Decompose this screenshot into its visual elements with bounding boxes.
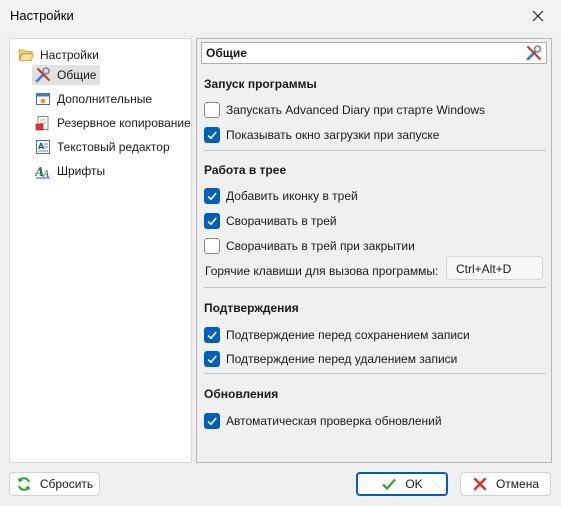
checkbox-box[interactable] (204, 327, 220, 343)
checkmark-icon (207, 355, 217, 364)
section-title-tray: Работа в трее (204, 163, 287, 177)
checkbox-box[interactable] (204, 188, 220, 204)
checkbox-label: Автоматическая проверка обновлений (226, 414, 442, 428)
tree-item-backup[interactable]: Резервное копирование (32, 113, 195, 133)
reset-button-label: Сбросить (39, 477, 94, 491)
tree-item-fonts[interactable]: A A Шрифты (32, 161, 109, 181)
checkbox-label: Сворачивать в трей при закрытии (226, 239, 415, 253)
checkbox-label: Подтверждение перед удалением записи (226, 352, 458, 366)
hotkey-input[interactable]: Ctrl+Alt+D (446, 256, 543, 280)
panel-header: Общие (201, 42, 547, 64)
panel-header-title: Общие (206, 46, 247, 60)
checkbox-minimize-on-close[interactable]: Сворачивать в трей при закрытии (204, 237, 415, 255)
hotkey-label: Горячие клавиши для вызова программы: (205, 264, 439, 278)
tree-item-label: Дополнительные (57, 92, 152, 106)
separator (203, 150, 546, 151)
close-icon (532, 10, 544, 22)
checkmark-icon (381, 476, 397, 492)
checkbox-confirm-save[interactable]: Подтверждение перед сохранением записи (204, 326, 470, 344)
checkbox-label: Подтверждение перед сохранением записи (226, 328, 470, 342)
separator (203, 373, 546, 374)
checkbox-label: Добавить иконку в трей (226, 189, 358, 203)
text-editor-icon: A (35, 139, 51, 155)
tree-item-advanced[interactable]: Дополнительные (32, 89, 156, 109)
checkbox-label: Показывать окно загрузки при запуске (226, 128, 440, 142)
tools-icon (526, 45, 542, 61)
reset-button[interactable]: Сбросить (9, 472, 100, 496)
tree-root-label: Настройки (40, 48, 99, 62)
checkbox-box[interactable] (204, 102, 220, 118)
tree-item-label: Шрифты (57, 164, 106, 178)
tree-root-settings[interactable]: Настройки (18, 45, 99, 65)
checkbox-minimize-to-tray[interactable]: Сворачивать в трей (204, 212, 337, 230)
separator (203, 287, 546, 288)
section-title-updates: Обновления (204, 387, 279, 401)
tree-item-label: Резервное копирование (57, 116, 191, 130)
font-icon: A A (35, 163, 51, 179)
backup-icon (35, 115, 51, 131)
checkmark-icon (207, 217, 217, 226)
tree-item-label: Текстовый редактор (57, 140, 170, 154)
checkbox-label: Сворачивать в трей (226, 214, 337, 228)
checkbox-run-at-startup[interactable]: Запускать Advanced Diary при старте Wind… (204, 101, 485, 119)
tools-icon (35, 67, 51, 83)
title-bar: Настройки (0, 0, 561, 32)
checkmark-icon (207, 131, 217, 140)
checkbox-box[interactable] (204, 213, 220, 229)
checkbox-label: Запускать Advanced Diary при старте Wind… (226, 103, 486, 117)
window-icon (35, 91, 51, 107)
checkbox-confirm-delete[interactable]: Подтверждение перед удалением записи (204, 350, 457, 368)
checkmark-icon (207, 331, 217, 340)
checkmark-icon (207, 192, 217, 201)
folder-open-icon (18, 47, 34, 63)
checkmark-icon (207, 417, 217, 426)
cancel-button-label: Отмена (495, 477, 540, 491)
ok-button[interactable]: OK (356, 472, 448, 496)
refresh-icon (16, 476, 32, 492)
general-settings-panel: Общие Запуск программы Запускать Advance… (196, 38, 552, 463)
section-title-confirmations: Подтверждения (204, 301, 299, 315)
settings-tree: Настройки Общие Дополнительные Резервное… (9, 38, 192, 463)
cancel-x-icon (472, 476, 488, 492)
checkbox-add-tray-icon[interactable]: Добавить иконку в трей (204, 187, 358, 205)
cancel-button[interactable]: Отмена (460, 472, 551, 496)
svg-text:A: A (38, 142, 45, 151)
tree-item-text-editor[interactable]: A Текстовый редактор (32, 137, 174, 157)
checkbox-auto-update[interactable]: Автоматическая проверка обновлений (204, 412, 442, 430)
section-title-startup: Запуск программы (204, 77, 317, 91)
checkbox-box[interactable] (204, 351, 220, 367)
ok-button-label: OK (405, 477, 423, 491)
checkbox-show-splash[interactable]: Показывать окно загрузки при запуске (204, 126, 439, 144)
window-title: Настройки (10, 8, 74, 23)
tree-item-general[interactable]: Общие (32, 65, 101, 85)
checkbox-box[interactable] (204, 238, 220, 254)
close-button[interactable] (515, 0, 561, 32)
tree-item-label: Общие (57, 68, 97, 82)
checkbox-box[interactable] (204, 127, 220, 143)
checkbox-box[interactable] (204, 413, 220, 429)
